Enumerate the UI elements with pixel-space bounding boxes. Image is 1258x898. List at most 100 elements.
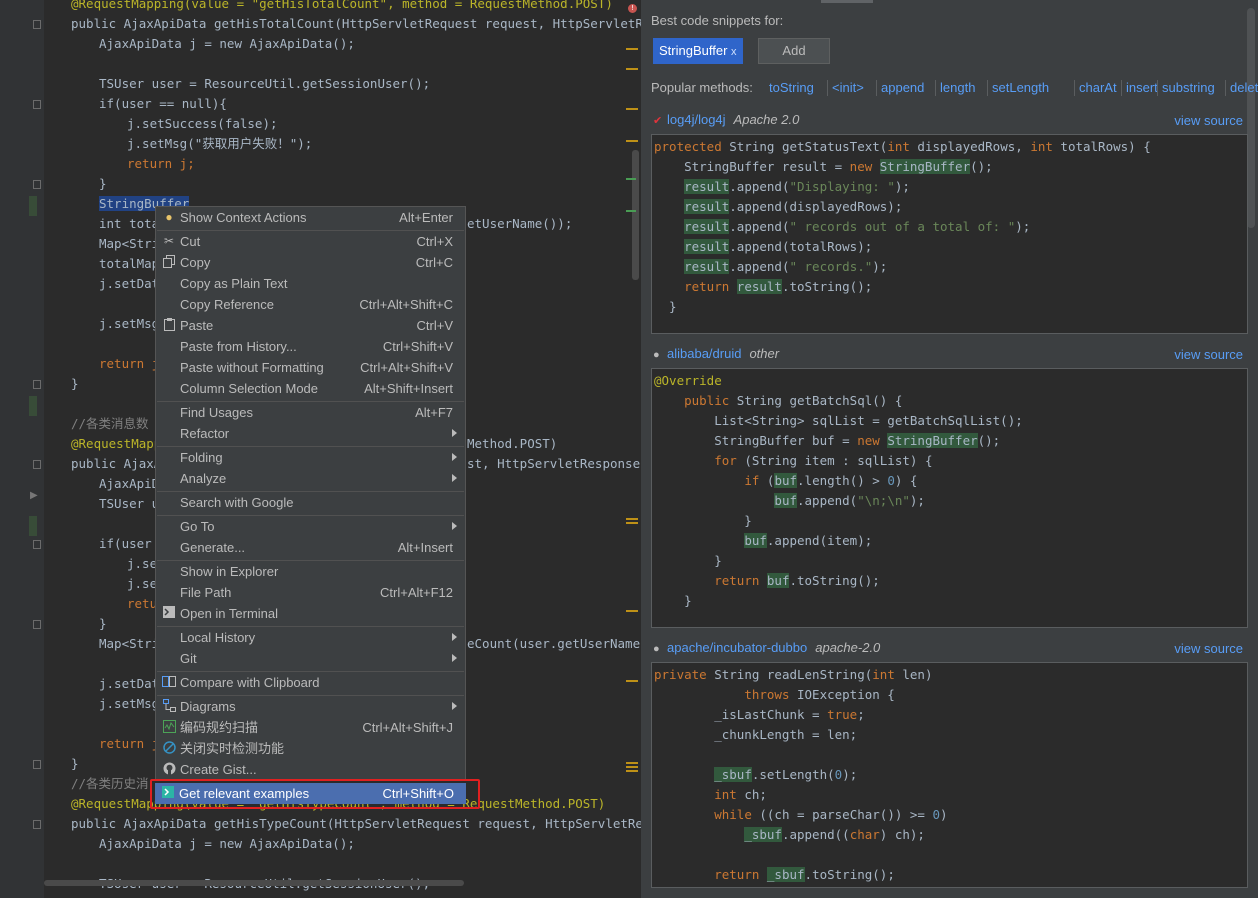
snippet-code-box[interactable]: @Override public String getBatchSql() { … — [651, 368, 1248, 628]
snippet-header: ● apache/incubator-dubbo apache-2.0 — [653, 639, 880, 657]
method-link[interactable]: substring — [1162, 80, 1215, 95]
fold-marker[interactable] — [33, 180, 41, 189]
repo-link[interactable]: alibaba/druid — [667, 346, 741, 361]
warning-stripe[interactable] — [626, 68, 638, 70]
menu-item-search-with-google[interactable]: Search with Google — [156, 492, 465, 513]
menu-item-copy-reference[interactable]: Copy Reference Ctrl+Alt+Shift+C — [156, 294, 465, 315]
snippet-line: throws IOException { — [744, 687, 895, 702]
warning-stripe[interactable] — [626, 766, 638, 768]
warning-stripe[interactable] — [626, 48, 638, 50]
warning-stripe[interactable] — [626, 108, 638, 110]
menu-item-copy-as-plain-text[interactable]: Copy as Plain Text — [156, 273, 465, 294]
fold-marker[interactable] — [33, 540, 41, 549]
code-line: } — [99, 616, 107, 631]
panel-heading: Best code snippets for: — [651, 13, 784, 28]
menu-item-create-gist[interactable]: Create Gist... — [156, 759, 465, 780]
method-link[interactable]: length — [940, 80, 975, 95]
fold-marker[interactable] — [33, 100, 41, 109]
method-link[interactable]: charAt — [1079, 80, 1117, 95]
fold-marker[interactable] — [33, 820, 41, 829]
fold-marker[interactable] — [33, 460, 41, 469]
menu-item-paste-without-formatting[interactable]: Paste without Formatting Ctrl+Alt+Shift+V — [156, 357, 465, 378]
warning-stripe[interactable] — [626, 680, 638, 682]
menu-item-file-path[interactable]: File Path Ctrl+Alt+F12 — [156, 582, 465, 603]
menu-item-git[interactable]: Git — [156, 648, 465, 669]
collapsed-arrow-icon[interactable]: ▶ — [30, 490, 38, 501]
vcs-change-marker — [29, 396, 37, 416]
snippet-line: result.append(totalRows); — [684, 239, 873, 254]
code-line: j.setDat — [99, 276, 160, 291]
fold-marker[interactable] — [33, 760, 41, 769]
menu-item-show-context-actions[interactable]: ● Show Context Actions Alt+Enter — [156, 207, 465, 228]
menu-item-disable-realtime-check[interactable]: 关闭实时检测功能 — [156, 738, 465, 759]
snippet-line: for (String item : sqlList) { — [714, 453, 933, 468]
fold-marker[interactable] — [33, 620, 41, 629]
repo-link[interactable]: apache/incubator-dubbo — [667, 640, 807, 655]
menu-item-diagrams[interactable]: Diagrams — [156, 696, 465, 717]
code-line: if(user — [99, 536, 152, 551]
menu-item-open-in-terminal[interactable]: Open in Terminal — [156, 603, 465, 624]
warning-stripe[interactable] — [626, 762, 638, 764]
snippet-line: if (buf.length() > 0) { — [744, 473, 918, 488]
paste-icon — [162, 318, 176, 332]
snippet-line: result.append(displayedRows); — [684, 199, 903, 214]
menu-item-paste[interactable]: Paste Ctrl+V — [156, 315, 465, 336]
menu-item-column-selection-mode[interactable]: Column Selection Mode Alt+Shift+Insert — [156, 378, 465, 399]
warning-stripe[interactable] — [626, 610, 638, 612]
warning-stripe[interactable] — [626, 140, 638, 142]
menu-item-refactor[interactable]: Refactor — [156, 423, 465, 444]
method-separator — [876, 80, 877, 96]
check-icon: ✔ — [653, 115, 663, 127]
add-button[interactable]: Add — [758, 38, 830, 64]
fold-marker[interactable] — [33, 380, 41, 389]
change-stripe[interactable] — [626, 178, 636, 180]
menu-item-show-in-explorer[interactable]: Show in Explorer — [156, 561, 465, 582]
method-link[interactable]: delet — [1230, 80, 1258, 95]
method-link[interactable]: append — [881, 80, 924, 95]
method-separator — [1157, 80, 1158, 96]
snippet-line: StringBuffer result = new StringBuffer()… — [654, 159, 993, 174]
code-line: @RequestMapping(value = "getHisTotalCoun… — [71, 0, 613, 11]
menu-item-compare-with-clipboard[interactable]: Compare with Clipboard — [156, 672, 465, 693]
submenu-arrow-icon — [452, 654, 457, 662]
error-indicator-icon[interactable]: ! — [628, 4, 637, 13]
view-source-link[interactable]: view source — [1174, 113, 1243, 128]
menu-item-go-to[interactable]: Go To — [156, 516, 465, 537]
menu-item-paste-from-history[interactable]: Paste from History... Ctrl+Shift+V — [156, 336, 465, 357]
snippet-header: ● alibaba/druid other — [653, 345, 779, 363]
diagram-icon — [162, 699, 176, 713]
method-link[interactable]: toString — [769, 80, 814, 95]
chip-close-icon[interactable]: x — [731, 46, 737, 58]
code-line: TSUser u — [99, 496, 160, 511]
editor-scrollbar[interactable] — [632, 150, 639, 280]
change-stripe[interactable] — [626, 210, 636, 212]
method-link[interactable]: insert — [1126, 80, 1158, 95]
warning-stripe[interactable] — [626, 770, 638, 772]
warning-stripe[interactable] — [626, 522, 638, 524]
method-link[interactable]: <init> — [832, 80, 864, 95]
view-source-link[interactable]: view source — [1174, 641, 1243, 656]
snippet-line: result.append(" records out of a total o… — [684, 219, 1031, 234]
view-source-link[interactable]: view source — [1174, 347, 1243, 362]
warning-stripe[interactable] — [626, 518, 638, 520]
panel-scrollbar[interactable] — [1247, 8, 1255, 228]
menu-item-analyze[interactable]: Analyze — [156, 468, 465, 489]
license-label: apache-2.0 — [815, 640, 881, 655]
method-link[interactable]: setLength — [992, 80, 1049, 95]
menu-item-folding[interactable]: Folding — [156, 447, 465, 468]
snippet-code-box[interactable]: private String readLenString(int len) th… — [651, 662, 1248, 888]
menu-item-generate[interactable]: Generate... Alt+Insert — [156, 537, 465, 558]
menu-item-local-history[interactable]: Local History — [156, 627, 465, 648]
snippet-code-box[interactable]: protected String getStatusText(int displ… — [651, 134, 1248, 334]
fold-marker[interactable] — [33, 20, 41, 29]
snippet-line: int ch; — [714, 787, 767, 802]
editor-horizontal-scrollbar[interactable] — [44, 880, 464, 886]
repo-link[interactable]: log4j/log4j — [667, 112, 726, 127]
code-line: int tota — [99, 216, 160, 231]
menu-item-copy[interactable]: Copy Ctrl+C — [156, 252, 465, 273]
search-chip[interactable]: StringBuffer x — [653, 38, 743, 64]
menu-item-code-scan[interactable]: 编码规约扫描 Ctrl+Alt+Shift+J — [156, 717, 465, 738]
menu-item-find-usages[interactable]: Find Usages Alt+F7 — [156, 402, 465, 423]
menu-item-cut[interactable]: ✂ Cut Ctrl+X — [156, 231, 465, 252]
code-line: return j — [99, 736, 160, 751]
